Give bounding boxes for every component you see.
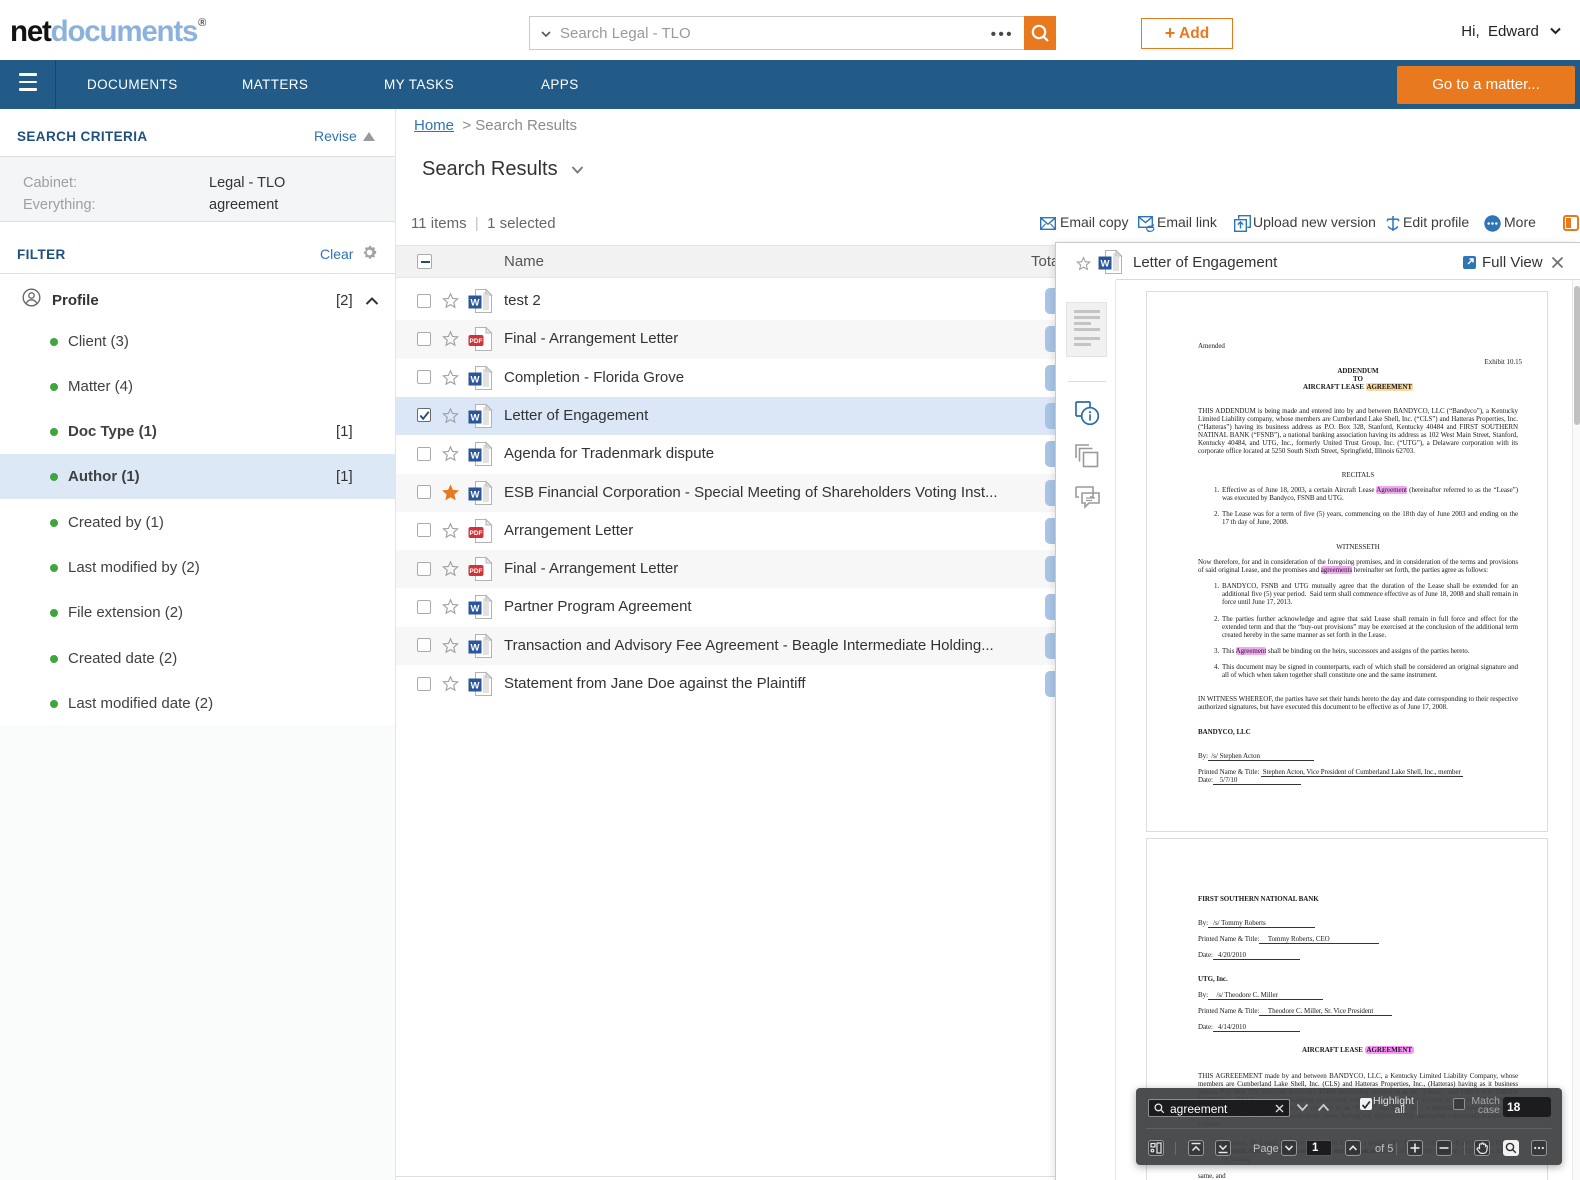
svg-text:W: W	[471, 681, 480, 692]
svg-text:W: W	[1101, 259, 1110, 270]
svg-text:W: W	[471, 298, 480, 309]
svg-text:W: W	[471, 412, 480, 423]
svg-text:W: W	[471, 489, 480, 500]
svg-text:W: W	[471, 451, 480, 462]
svg-text:PDF: PDF	[470, 338, 483, 345]
svg-text:PDF: PDF	[470, 568, 483, 575]
svg-text:W: W	[471, 642, 480, 653]
svg-text:W: W	[471, 374, 480, 385]
svg-text:W: W	[471, 604, 480, 615]
svg-text:PDF: PDF	[470, 530, 483, 537]
